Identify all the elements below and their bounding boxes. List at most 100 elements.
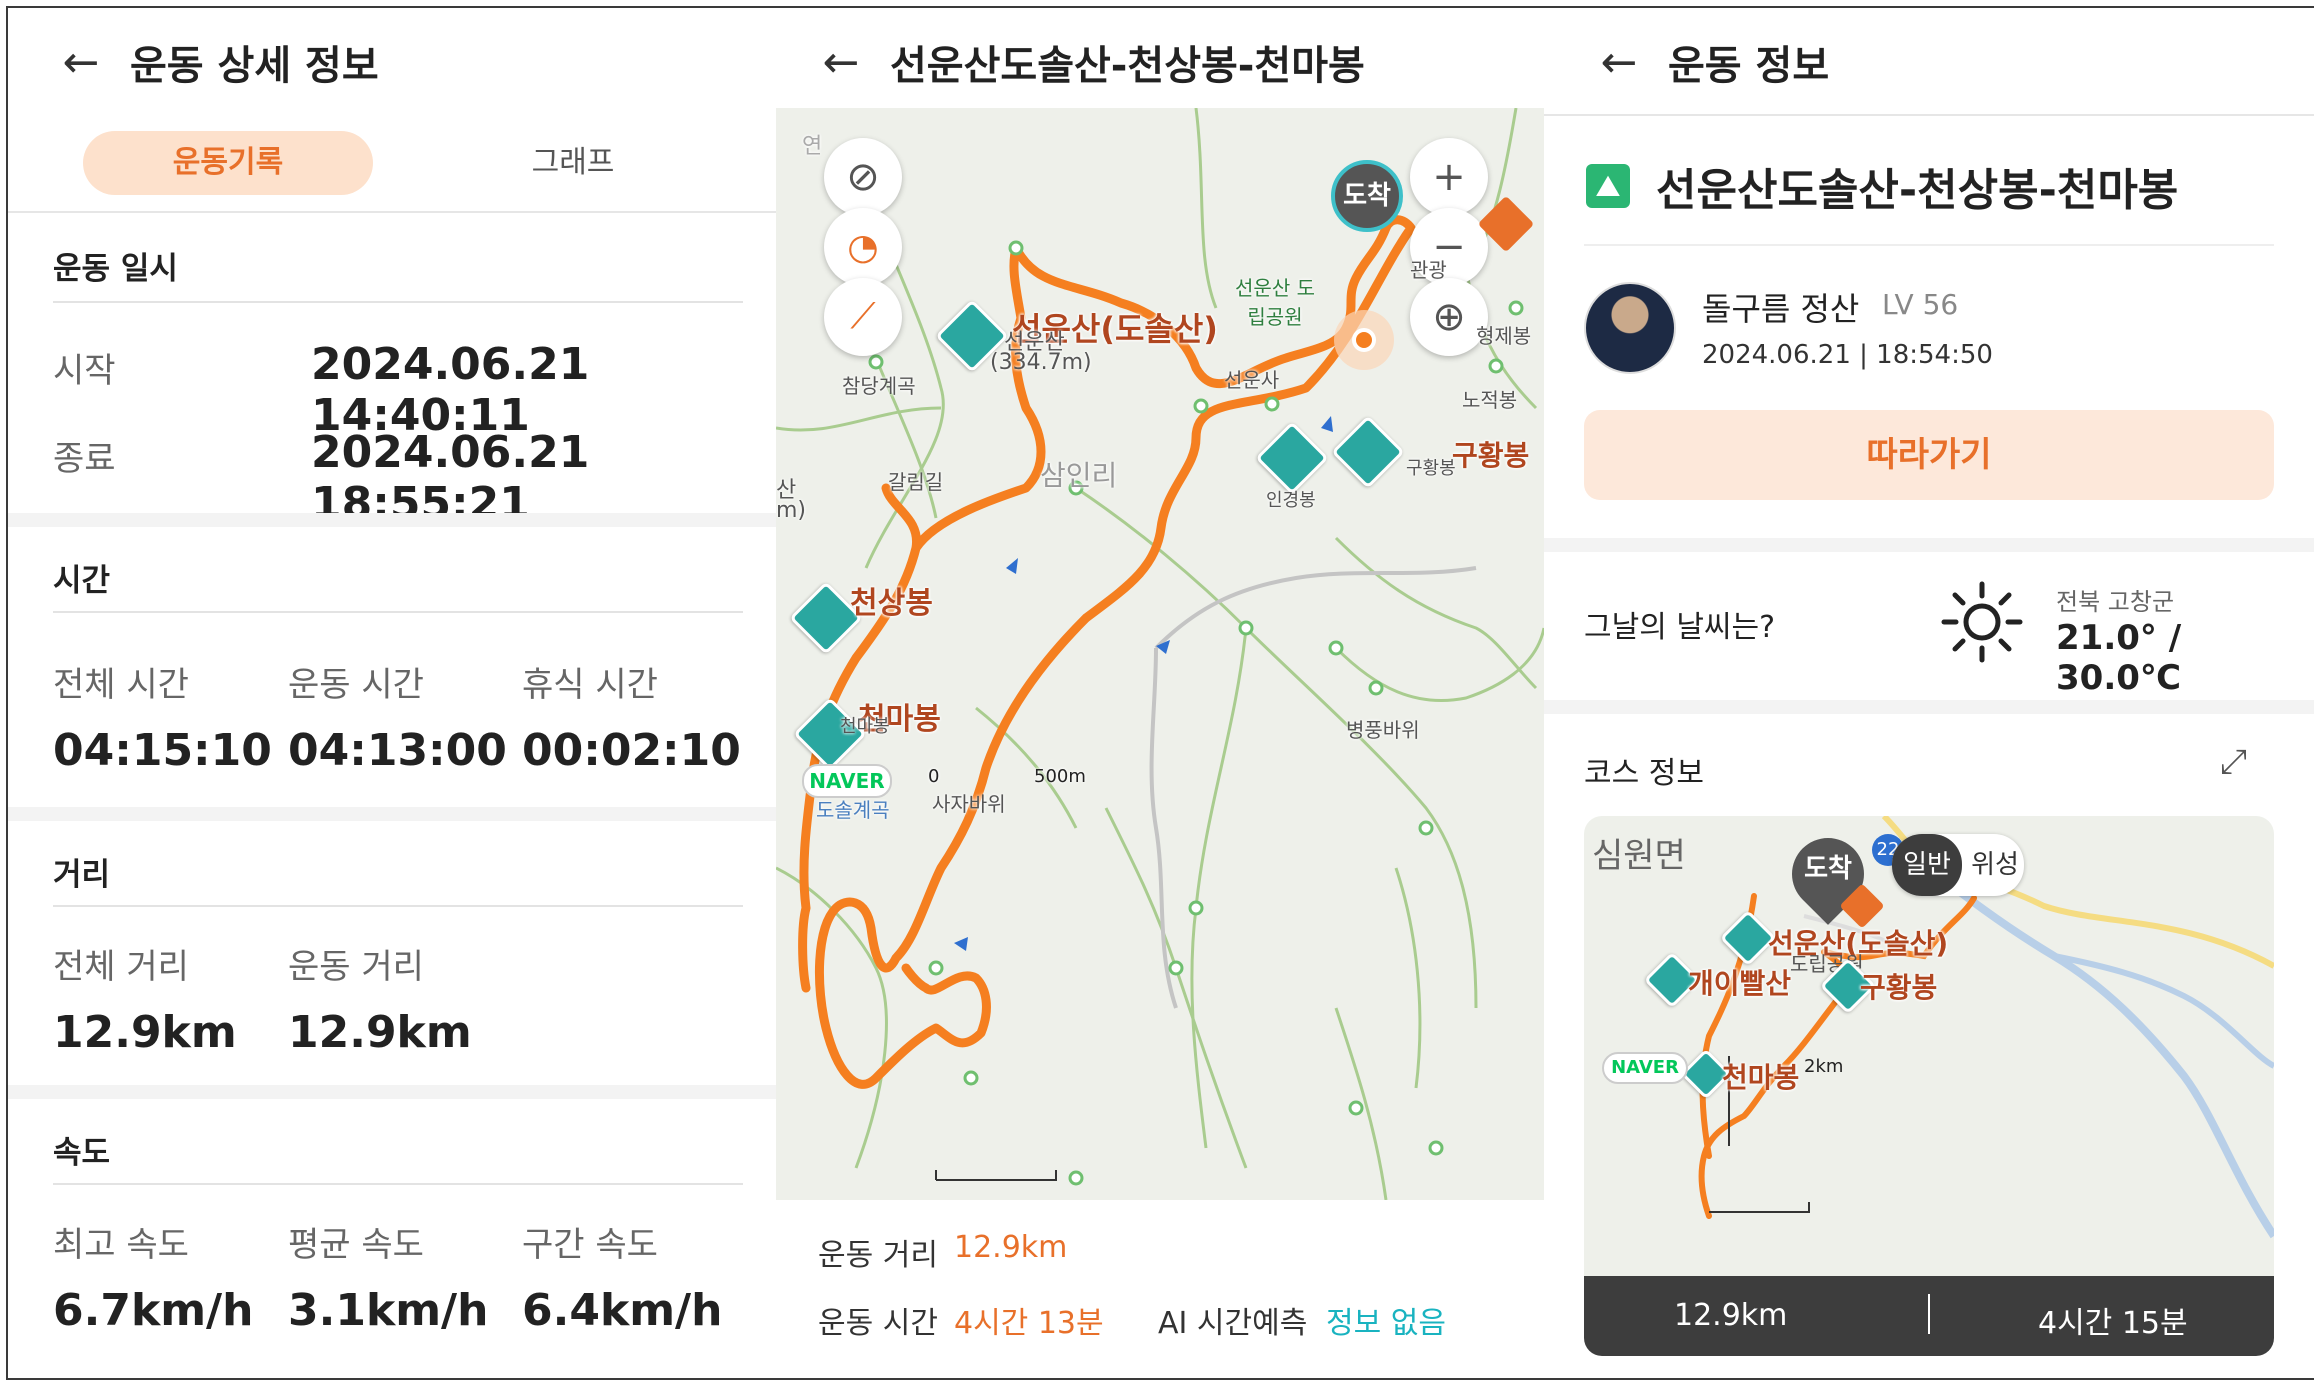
trail-line — [1075, 486, 1478, 1009]
section-gap — [8, 1085, 776, 1099]
section-heading: 거리 — [53, 857, 111, 893]
map-label-gwang: 관광 — [1410, 258, 1447, 282]
arrival-dot — [1352, 328, 1376, 352]
direction-marker — [954, 937, 968, 951]
map-label-elevation: (334.7m) — [990, 350, 1092, 375]
tab-exercise-record[interactable]: 운동기록 — [83, 131, 373, 195]
map-label-samin: 삼인리 — [1040, 459, 1118, 492]
record-datetime: 2024.06.21 | 18:54:50 — [1702, 340, 1993, 370]
map-label-galrimgil: 갈림길 — [888, 470, 944, 494]
divider — [53, 301, 743, 303]
header: ← 선운산도솔산-천상봉-천마봉 — [806, 8, 1526, 116]
page-title: 운동 정보 — [1668, 43, 1830, 89]
sun-icon — [1941, 581, 2023, 663]
ai-prediction-value: 정보 없음 — [1326, 1306, 1446, 1341]
trail-node — [1328, 640, 1344, 656]
time-value: 4시간 13분 — [954, 1306, 1104, 1341]
max-speed-value: 6.7km/h — [53, 1285, 254, 1336]
section-speed-value: 6.4km/h — [522, 1285, 723, 1336]
map-type-satellite[interactable]: 위성 — [1966, 834, 2024, 896]
weather-temp: 21.0° / 30.0℃ — [2056, 618, 2182, 698]
total-distance-label: 전체 거리 — [53, 947, 189, 987]
weather-region: 전북 고창군 — [2056, 588, 2175, 616]
trail-node — [1068, 1170, 1084, 1186]
back-arrow-icon[interactable]: ← — [46, 37, 116, 88]
course-summary-bar: 12.9km 4시간 15분 — [1584, 1276, 2274, 1356]
map-label-sajabawi: 사자바위 — [932, 792, 1006, 816]
map-type-normal[interactable]: 일반 — [1892, 834, 1962, 896]
section-heading: 운동 일시 — [53, 251, 178, 287]
trail-node — [963, 1070, 979, 1086]
course-map[interactable]: 심원면 22 일반 위성 도착 선운산(도솔산) 도립공원 개이빨산 구황봉 천… — [1584, 816, 2274, 1276]
speedometer-icon[interactable]: ◔ — [824, 208, 902, 286]
user-name[interactable]: 돌구름 정산 — [1702, 284, 1859, 330]
time-section: 시간 전체 시간 04:15:10 운동 시간 04:13:00 휴식 시간 0… — [8, 527, 776, 807]
start-value: 2024.06.21 14:40:11 — [311, 339, 590, 441]
back-arrow-icon[interactable]: ← — [1584, 37, 1654, 88]
avg-speed-label: 평균 속도 — [288, 1225, 424, 1265]
scale-zero: 0 — [928, 766, 940, 787]
peak-label-gaei: 개이빨산 — [1688, 967, 1792, 1000]
map-label-hyeongje: 형제봉 — [1476, 324, 1532, 348]
trail-node — [928, 960, 944, 976]
direction-marker — [1006, 558, 1018, 574]
peak-label-cheonma: 천마봉 — [1722, 1061, 1800, 1094]
map-label-nojeok: 노적봉 — [1462, 388, 1518, 412]
distance-value: 12.9km — [954, 1230, 1068, 1265]
tab-graph[interactable]: 그래프 — [448, 131, 698, 195]
peak-label-cheonsang: 천상봉 — [850, 586, 933, 621]
section-heading: 시간 — [53, 563, 111, 599]
trail-node — [1488, 358, 1504, 374]
trail-node — [1188, 900, 1204, 916]
expand-icon[interactable]: ⤢ — [2220, 742, 2247, 782]
exercise-summary: 운동 거리 12.9km 운동 시간 4시간 13분 AI 시간예측 정보 없음 — [776, 1200, 1544, 1378]
elevation-icon[interactable]: ⟋ — [824, 278, 902, 356]
hiking-icon: ⛰ — [1586, 164, 1630, 208]
arrival-pin[interactable]: 도착 — [1331, 160, 1403, 232]
exercise-distance-label: 운동 거리 — [288, 947, 424, 987]
map-label-park: 선운산 도립공원 — [1235, 276, 1315, 329]
river-line — [1911, 852, 2274, 1239]
trail-node — [1168, 960, 1184, 976]
divider — [53, 905, 743, 907]
avatar[interactable] — [1584, 282, 1676, 374]
section-heading: 속도 — [53, 1135, 111, 1171]
divider — [1544, 114, 2314, 116]
trail-line — [776, 406, 942, 432]
trail-node — [1193, 398, 1209, 414]
trail-node — [868, 354, 884, 370]
speed-section: 속도 최고 속도 6.7km/h 평균 속도 3.1km/h 구간 속도 6.4… — [8, 1099, 776, 1369]
trail-node — [1264, 396, 1280, 412]
header: ← 운동 정보 — [1584, 8, 2284, 116]
zoom-in-icon[interactable]: + — [1410, 138, 1488, 216]
trail-node — [1428, 1140, 1444, 1156]
map-label-dosol: 도솔계곡 — [816, 798, 890, 822]
arrival-pin[interactable]: 도착 — [1792, 848, 1864, 885]
map-label-cheonma-sub: 천마봉 — [840, 716, 890, 737]
trail-node — [1008, 240, 1024, 256]
trail-node — [1418, 820, 1434, 836]
distance-label: 운동 거리 — [818, 1238, 938, 1273]
follow-button[interactable]: 따라가기 — [1584, 410, 2274, 500]
course-name: 선운산도솔산-천상봉-천마봉 — [1656, 165, 2179, 216]
scale-label: 2km — [1804, 1056, 1844, 1077]
section-gap — [8, 513, 776, 527]
scale-bar — [1709, 1202, 1810, 1213]
route-map[interactable]: ⊘ ◔ ⟋ + − ⊕ 도착 선운산(도솔산) 천상봉 천마봉 구황봉 인경봉 … — [776, 108, 1544, 1200]
scale-bar — [935, 1170, 1057, 1181]
exercise-time-label: 운동 시간 — [288, 665, 424, 705]
map-label-ingyeong: 인경봉 — [1266, 490, 1316, 511]
page-title: 운동 상세 정보 — [130, 43, 379, 89]
summary-distance: 12.9km — [1674, 1298, 1788, 1333]
exercise-info-panel: ← 운동 정보 ⛰ 선운산도솔산-천상봉-천마봉 돌구름 정산 LV 56 20… — [1544, 8, 2314, 1378]
back-arrow-icon[interactable]: ← — [806, 37, 876, 88]
trail-node — [1238, 620, 1254, 636]
map-label-left-partial2: m) — [776, 498, 807, 523]
section-gap — [8, 807, 776, 821]
avg-speed-value: 3.1km/h — [288, 1285, 489, 1336]
map-region-label: 심원면 — [1592, 836, 1686, 876]
compass-off-icon[interactable]: ⊘ — [824, 138, 902, 216]
summary-time: 4시간 15분 — [2038, 1306, 2188, 1341]
tab-bar: 운동기록 그래프 — [8, 123, 776, 213]
map-label-seonunsa: 선운사 — [1224, 368, 1280, 392]
